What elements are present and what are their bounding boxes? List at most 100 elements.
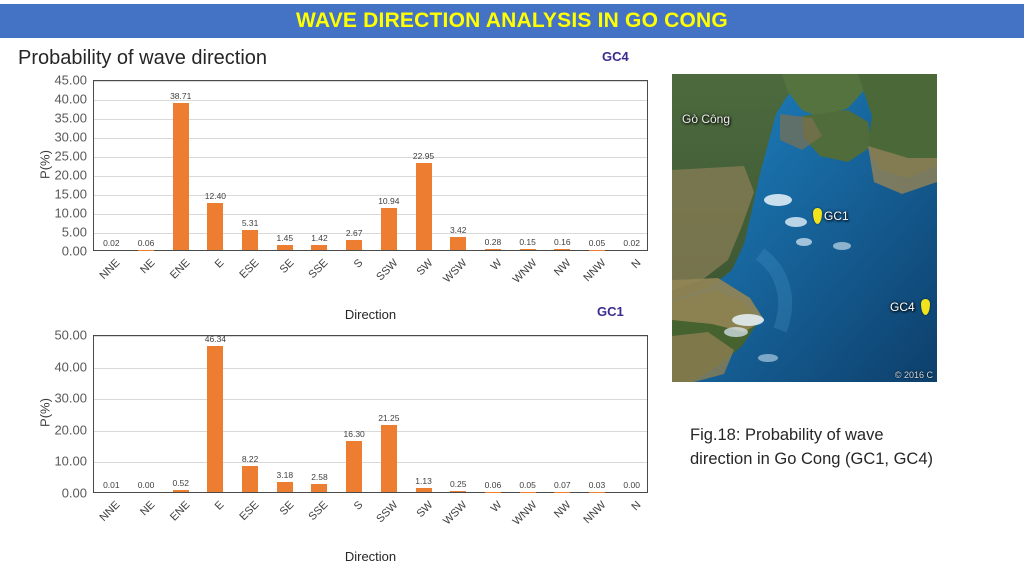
x-axis-tick: WSW [441, 257, 470, 286]
bar[interactable] [346, 239, 363, 250]
y-axis-tick: 0.00 [61, 243, 87, 259]
x-axis-title: Direction [344, 549, 397, 564]
x-axis-tick: NW [552, 499, 574, 521]
y-axis-tick: 40.00 [54, 359, 87, 375]
page-title: WAVE DIRECTION ANALYSIS IN GO CONG [296, 9, 728, 32]
x-axis-tick: NE [138, 499, 158, 519]
map-pin-label-gc1: GC1 [824, 209, 849, 223]
x-axis-tick: S [351, 257, 366, 271]
y-axis-tick: 10.00 [54, 453, 87, 469]
bar[interactable] [380, 208, 397, 250]
bar-slot: 0.06 [129, 81, 164, 250]
bar[interactable] [519, 249, 536, 250]
bar-slot: 8.22 [233, 336, 268, 492]
bar-slot: 0.03 [580, 336, 615, 492]
x-axis-tick: SSW [374, 257, 401, 284]
bar-slot: 0.15 [510, 81, 545, 250]
plot-area: 0.02 0.06 38.71 12.40 5.31 1.45 1.42 2.67 10.94 2… [93, 80, 648, 251]
bar[interactable] [207, 345, 224, 492]
x-axis-tick: ESE [237, 257, 262, 282]
bar-slot: 46.34 [198, 334, 233, 492]
x-axis-tick: SSW [374, 499, 401, 526]
x-axis-tick: WSW [441, 499, 470, 528]
x-axis-tick: NE [138, 257, 158, 277]
satellite-map[interactable]: Gò Công GC1 GC4 © 2016 C [672, 74, 937, 382]
bar-slot: 0.05 [510, 336, 545, 492]
x-axis-tick: NNE [97, 257, 123, 282]
plot-area: 0.01 0.00 0.52 46.34 8.22 3.18 2.58 16.30 21.25 1… [93, 334, 648, 493]
y-axis-title: P(%) [37, 398, 53, 427]
bar-slot: 1.13 [406, 336, 441, 492]
bar[interactable] [172, 490, 189, 492]
bar[interactable] [346, 440, 363, 492]
bar[interactable] [311, 483, 328, 492]
x-axis-tick: SSE [306, 499, 331, 524]
y-axis-tick: 10.00 [54, 205, 87, 221]
x-axis-tick: WNW [510, 257, 540, 286]
bar[interactable] [484, 248, 501, 250]
bar-slot: 0.01 [94, 336, 129, 492]
bar-slot: 0.06 [476, 336, 511, 492]
x-axis-tick: WNW [510, 499, 540, 528]
x-axis-tick: NNW [581, 499, 609, 527]
x-axis-tick: NW [552, 257, 574, 279]
map-place-label: Gò Công [682, 112, 731, 126]
bar-slot: 0.02 [94, 81, 129, 250]
bar[interactable] [554, 249, 571, 250]
bar-slot: 3.42 [441, 81, 476, 250]
chart-gc1: 0.01 0.00 0.52 46.34 8.22 3.18 2.58 16.30 21.25 1… [0, 325, 660, 565]
y-axis-tick: 35.00 [54, 110, 87, 126]
x-axis-title: Direction [344, 307, 397, 322]
bar-slot: 0.25 [441, 336, 476, 492]
x-axis-tick: NNE [97, 499, 123, 524]
x-axis-tick: ESE [237, 499, 262, 524]
map-pin-label-gc4: GC4 [890, 300, 915, 314]
x-axis-tick: W [488, 257, 505, 273]
bar-slot: 0.05 [580, 81, 615, 250]
bar-slot: 0.28 [476, 81, 511, 250]
bar-slot: 0.07 [545, 336, 580, 492]
figure-caption: Fig.18: Probability of wave direction in… [690, 424, 990, 472]
bar[interactable] [276, 481, 293, 492]
x-axis-tick: N [629, 257, 644, 272]
slide-root: WAVE DIRECTION ANALYSIS IN GO CONG Proba… [0, 0, 1024, 576]
bar-slot: 1.45 [267, 81, 302, 250]
bar-slot: 0.52 [163, 336, 198, 492]
title-banner: WAVE DIRECTION ANALYSIS IN GO CONG [0, 4, 1024, 38]
bar[interactable] [172, 102, 189, 250]
bar[interactable] [276, 244, 293, 250]
bar[interactable] [450, 491, 467, 492]
x-axis-tick: SSE [306, 257, 331, 282]
figure-caption-line2: direction in Go Cong (GC1, GC4) [690, 449, 934, 468]
bar-slot: 0.00 [129, 336, 164, 492]
y-axis-tick: 0.00 [61, 485, 87, 501]
figure-caption-line1: Fig.18: Probability of wave [690, 426, 884, 444]
x-axis-tick: N [629, 499, 644, 514]
bar[interactable] [415, 162, 432, 250]
bar[interactable] [311, 244, 328, 250]
bar-slot: 1.42 [302, 81, 337, 250]
bar-slot: 2.67 [337, 81, 372, 250]
bar-slot: 21.25 [372, 336, 407, 492]
bar-slot: 2.58 [302, 336, 337, 492]
x-axis-tick: E [213, 257, 227, 271]
bar-value-label: 0.02 [623, 237, 640, 248]
bar-slot: 10.94 [372, 81, 407, 250]
bar-value-label: 0.00 [623, 480, 640, 490]
x-axis-tick: ENE [167, 257, 193, 282]
map-credit: © 2016 C [894, 370, 933, 380]
x-axis-tick: SW [413, 499, 436, 521]
x-axis-tick: ENE [167, 499, 193, 524]
x-axis-tick: SW [413, 257, 436, 279]
y-axis-tick: 40.00 [54, 91, 87, 107]
x-axis-tick: S [351, 499, 366, 513]
chart-gc4: 0.02 0.06 38.71 12.40 5.31 1.45 1.42 2.67 10.94 2… [0, 68, 660, 322]
x-axis-tick: W [488, 499, 505, 515]
bar-slot: 3.18 [267, 336, 302, 492]
bar-slot: 0.02 [614, 81, 649, 250]
x-axis-tick: E [213, 499, 227, 513]
y-axis-title: P(%) [37, 149, 53, 179]
x-axis-tick: NNW [581, 257, 609, 285]
section-heading: Probability of wave direction [18, 47, 268, 69]
y-axis-tick: 5.00 [61, 224, 87, 240]
